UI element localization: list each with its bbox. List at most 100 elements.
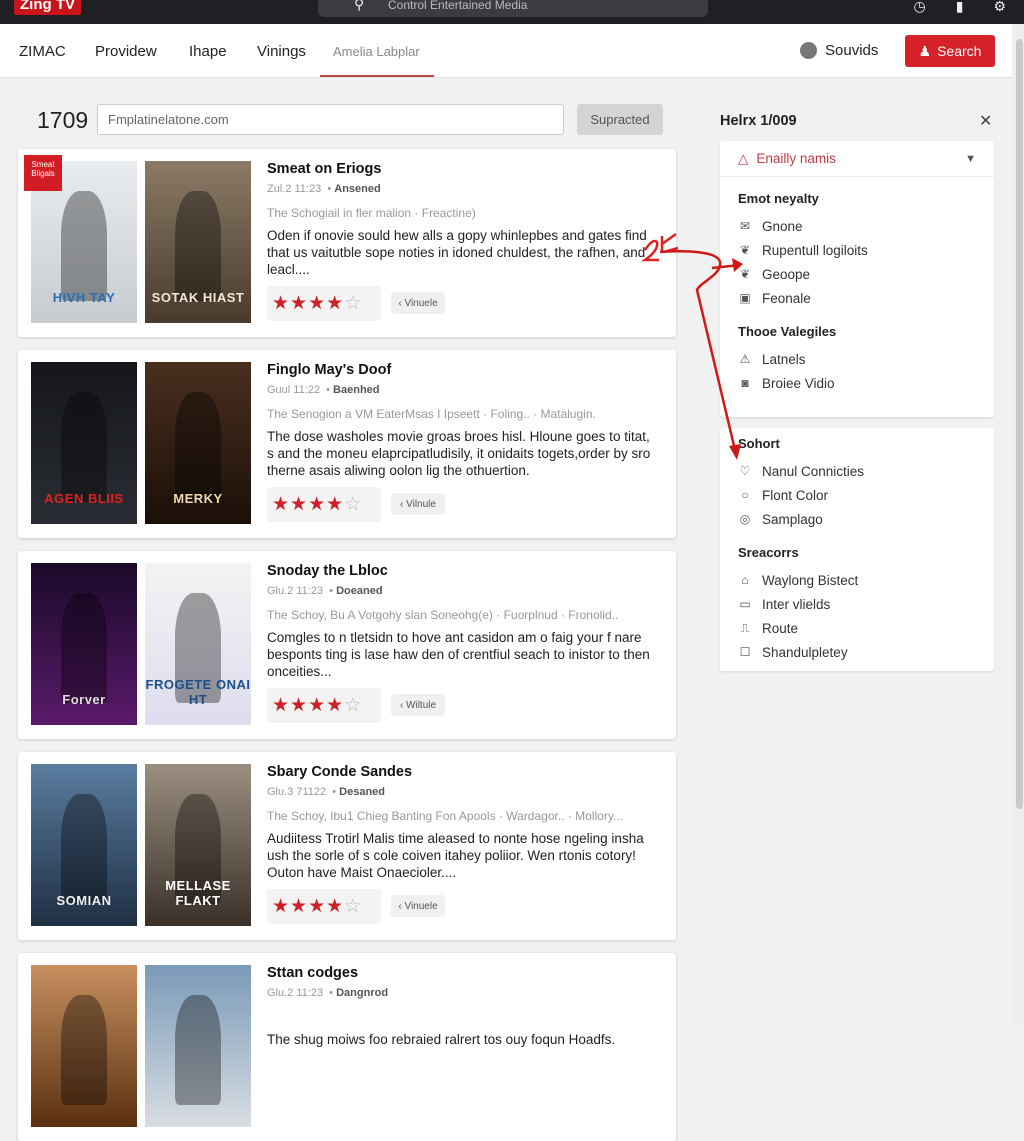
poster-figure (61, 794, 107, 904)
movie-status: Desaned (339, 786, 386, 798)
movie-description: Audiitess Trotirl Malis time aleased to … (267, 831, 644, 880)
panel-item-label: Feonale (762, 290, 811, 306)
scrollbar[interactable] (1014, 24, 1024, 1024)
panel-item[interactable]: ⎍ Route (720, 616, 994, 640)
panel-item[interactable]: ⌂ Waylong Bistect (720, 568, 994, 592)
star-filled-icon[interactable]: ★ (290, 494, 308, 515)
bell-icon: △ (738, 150, 749, 166)
nav-item-zimac[interactable]: ZIMAC (19, 43, 66, 60)
panel-item-label: Nanul Connicties (762, 463, 865, 479)
star-empty-icon[interactable]: ☆ (344, 695, 362, 716)
search-button[interactable]: ♟ Search (905, 35, 995, 67)
close-icon[interactable]: ✕ (979, 111, 992, 131)
global-search[interactable]: ⚲ Control Entertained Media (318, 0, 708, 17)
poster-figure (175, 392, 221, 502)
panel-item[interactable]: ▭ Inter vlields (720, 592, 994, 616)
sounds-toggle[interactable]: Souvids (800, 42, 878, 59)
movie-card[interactable]: HIVH TAY SOTAK HIAST Smeat Bligals Smeat o… (18, 149, 676, 337)
movie-date: Glu.3 71122 (267, 786, 327, 798)
movie-poster[interactable]: FROGETE ONAI HT (145, 563, 251, 725)
filter-panel-2: Sohort ♡ Nanul Connicties ○ Flont Color ◎ Samp… (720, 428, 994, 671)
movie-poster[interactable]: SOMIAN (31, 764, 137, 926)
movie-date: Guul 11:22 (267, 384, 321, 396)
poster-badge: Smeat Bligals (24, 155, 62, 191)
star-filled-icon[interactable]: ★ (290, 293, 308, 314)
panel-item[interactable]: ✉ Gnone (720, 214, 994, 238)
star-empty-icon[interactable]: ☆ (344, 293, 362, 314)
star-rating[interactable]: ★★★★☆ (267, 688, 381, 723)
panel-item[interactable]: ⚠ Latnels (720, 347, 994, 371)
movie-card[interactable]: SOMIAN MELLASE FLAKT Sbary Conde Sandes G… (18, 752, 676, 940)
movie-card[interactable]: Forver FROGETE ONAI HT Snoday the Lbloc G… (18, 551, 676, 739)
panel-item[interactable]: ❦ Geoope (720, 262, 994, 286)
nav-item-vinings[interactable]: Vinings (257, 43, 306, 60)
star-rating[interactable]: ★★★★☆ (267, 889, 381, 924)
filter-input[interactable] (97, 104, 564, 135)
movie-poster[interactable]: MELLASE FLAKT (145, 764, 251, 926)
poster-title: MERKY (173, 491, 223, 506)
nav-item-providew[interactable]: Providew (95, 43, 157, 60)
star-rating[interactable]: ★★★★☆ (267, 286, 381, 321)
poster-figure (61, 593, 107, 703)
poster-figure (61, 191, 107, 301)
panel-item[interactable]: ☐ Shandulpletey (720, 640, 994, 664)
panel-item[interactable]: ◎ Samplago (720, 507, 994, 531)
star-filled-icon[interactable]: ★ (308, 896, 326, 917)
watch-button[interactable]: ‹ Vinuele (391, 292, 445, 314)
bird-icon: ❦ (739, 267, 751, 281)
movie-poster[interactable]: AGEN BLIIS (31, 362, 137, 524)
star-filled-icon[interactable]: ★ (308, 695, 326, 716)
poster-figure (175, 995, 221, 1105)
movie-poster[interactable]: MERKY (145, 362, 251, 524)
star-filled-icon[interactable]: ★ (272, 494, 290, 515)
star-filled-icon[interactable]: ★ (326, 293, 344, 314)
panel-item[interactable]: ▣ Feonale (720, 286, 994, 310)
panel-item-label: Flont Color (762, 487, 829, 503)
movie-title[interactable]: Finglo May's Doof (267, 362, 391, 378)
panel-item-label: Waylong Bistect (762, 572, 859, 588)
panel-item[interactable]: ❦ Rupentull logiloits (720, 238, 994, 262)
panel-item[interactable]: ◙ Broiee Vidio (720, 371, 994, 395)
movie-poster[interactable] (31, 965, 137, 1127)
route-icon: ⎍ (740, 620, 750, 635)
star-filled-icon[interactable]: ★ (308, 293, 326, 314)
movie-title[interactable]: Sttan codges (267, 965, 358, 981)
movie-poster[interactable] (145, 965, 251, 1127)
movie-card[interactable]: AGEN BLIIS MERKY Finglo May's Doof Guul 1… (18, 350, 676, 538)
star-filled-icon[interactable]: ★ (326, 695, 344, 716)
panel-dropdown[interactable]: △ Enailly namis ▼ (720, 141, 994, 177)
chat-icon[interactable]: ▮ (956, 0, 964, 15)
scrollbar-thumb[interactable] (1016, 39, 1023, 809)
movie-title[interactable]: Smeat on Eriogs (267, 161, 381, 177)
watch-button[interactable]: ‹ Vinuele (391, 895, 445, 917)
star-filled-icon[interactable]: ★ (272, 293, 290, 314)
movie-card[interactable]: Sttan codges Glu.2 11:23 • Dangnrod The … (18, 953, 676, 1141)
movie-poster[interactable]: Forver (31, 563, 137, 725)
star-empty-icon[interactable]: ☆ (344, 896, 362, 917)
clock-icon[interactable]: ◷ (914, 0, 926, 15)
star-filled-icon[interactable]: ★ (272, 896, 290, 917)
star-filled-icon[interactable]: ★ (290, 695, 308, 716)
nav-item-ihape[interactable]: Ihape (189, 43, 227, 60)
logo[interactable]: Zing TV (14, 0, 81, 15)
supracted-button[interactable]: Supracted (577, 104, 663, 135)
star-filled-icon[interactable]: ★ (326, 896, 344, 917)
warning-icon: ⚠ (739, 352, 751, 366)
star-filled-icon[interactable]: ★ (290, 896, 308, 917)
movie-title[interactable]: Sbary Conde Sandes (267, 764, 412, 780)
movie-poster[interactable]: SOTAK HIAST (145, 161, 251, 323)
panel-item[interactable]: ♡ Nanul Connicties (720, 459, 994, 483)
user-icon: ♟ (918, 42, 932, 59)
panel-item[interactable]: ○ Flont Color (720, 483, 994, 507)
watch-button[interactable]: ‹ Vilnule (391, 493, 445, 515)
movie-title[interactable]: Snoday the Lbloc (267, 563, 388, 579)
star-filled-icon[interactable]: ★ (308, 494, 326, 515)
star-rating[interactable]: ★★★★☆ (267, 487, 381, 522)
watch-button[interactable]: ‹ Wiltule (391, 694, 445, 716)
star-filled-icon[interactable]: ★ (272, 695, 290, 716)
star-filled-icon[interactable]: ★ (326, 494, 344, 515)
settings-icon[interactable]: ⚙ (993, 0, 1006, 15)
star-empty-icon[interactable]: ☆ (344, 494, 362, 515)
nav-item-amelia-labplar[interactable]: Amelia Labplar (333, 44, 420, 59)
bird-icon: ❦ (739, 243, 751, 257)
